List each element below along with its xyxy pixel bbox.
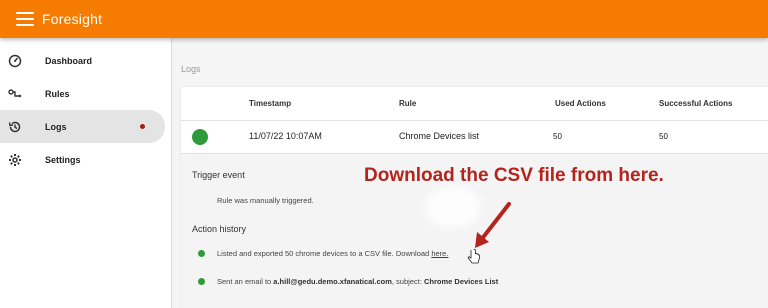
hand-cursor-icon [467,249,480,264]
download-csv-link[interactable]: here. [431,249,448,258]
sidebar-item-label: Settings [45,154,81,165]
highlight-blob [431,192,475,222]
sidebar: Dashboard Rules Logs Settings [0,38,172,308]
active-indicator-dot [140,124,145,129]
history-icon [8,120,22,134]
column-header-timestamp[interactable]: Timestamp [249,99,291,108]
sidebar-item-label: Dashboard [45,55,93,66]
email-address: a.hill@gedu.demo.xfanatical.com [273,277,392,286]
trigger-event-title: Trigger event [192,170,245,180]
table-row[interactable]: 11/07/22 10:07AM Chrome Devices list 50 … [181,121,768,154]
app-header: Foresight [0,0,768,38]
history-success-icon [198,250,205,257]
dashboard-icon [8,54,22,68]
annotation-arrow-icon [475,202,511,248]
sidebar-item-rules[interactable]: Rules [0,77,165,110]
row-timestamp: 11/07/22 10:07AM [249,131,322,141]
sidebar-item-label: Logs [45,121,67,132]
gear-icon [8,153,22,167]
sidebar-item-label: Rules [45,88,70,99]
sidebar-item-logs[interactable]: Logs [0,110,165,143]
column-header-rule[interactable]: Rule [399,99,416,108]
sidebar-item-dashboard[interactable]: Dashboard [0,44,165,77]
app-title: Foresight [42,11,103,27]
history-item-export: Listed and exported 50 chrome devices to… [217,249,449,258]
log-details-panel: Trigger event Rule was manually triggere… [181,154,768,308]
logs-table: Timestamp Rule Used Actions Successful A… [181,87,768,308]
rules-icon [8,87,22,101]
row-rule: Chrome Devices list [399,131,480,141]
action-history-title: Action history [192,224,247,234]
main-content: Logs Timestamp Rule Used Actions Success… [173,38,768,308]
hamburger-menu-icon[interactable] [16,12,34,26]
column-header-successful-actions[interactable]: Successful Actions [659,99,733,108]
tutorial-annotation: Download the CSV file from here. [364,165,664,186]
status-success-icon [192,129,208,145]
history-success-icon [198,278,205,285]
trigger-event-text: Rule was manually triggered. [217,196,314,205]
email-subject: Chrome Devices List [424,277,499,286]
row-successful-actions: 50 [659,132,668,141]
table-header: Timestamp Rule Used Actions Successful A… [181,87,768,121]
sidebar-item-settings[interactable]: Settings [0,143,165,176]
history-item-email: Sent an email to a.hill@gedu.demo.xfanat… [217,277,499,286]
page-title: Logs [181,64,201,74]
column-header-used-actions[interactable]: Used Actions [555,99,606,108]
row-used-actions: 50 [553,132,562,141]
